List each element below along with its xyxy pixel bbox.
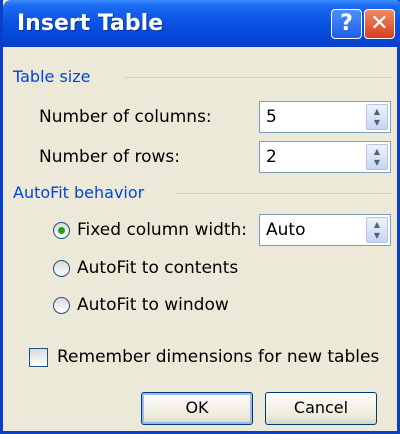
radio-selected-dot [58, 227, 65, 234]
insert-table-dialog: Insert Table ? ✕ Table size Number of co… [0, 0, 400, 434]
table-size-divider [125, 77, 391, 78]
autofit-group-label: AutoFit behavior [13, 183, 145, 202]
remember-checkbox[interactable] [29, 348, 48, 367]
autofit-contents-radio[interactable] [53, 260, 70, 277]
fixed-width-label[interactable]: Fixed column width: [77, 220, 247, 240]
remember-label[interactable]: Remember dimensions for new tables [57, 347, 379, 367]
columns-value: 5 [266, 107, 277, 127]
autofit-divider [175, 193, 391, 194]
rows-label: Number of rows: [39, 147, 180, 167]
rows-value: 2 [266, 147, 277, 167]
rows-spin-arrows-icon[interactable]: ▲ ▼ [366, 144, 388, 170]
columns-spinner[interactable]: 5 ▲ ▼ [259, 101, 391, 133]
cancel-button[interactable]: Cancel [265, 392, 377, 425]
autofit-window-label[interactable]: AutoFit to window [77, 295, 229, 315]
columns-label: Number of columns: [39, 107, 212, 127]
autofit-window-radio[interactable] [53, 297, 70, 314]
fixed-width-spin-arrows-icon[interactable]: ▲ ▼ [366, 217, 388, 243]
ok-button[interactable]: OK [141, 392, 253, 425]
columns-spin-arrows-icon[interactable]: ▲ ▼ [366, 104, 388, 130]
rows-spinner[interactable]: 2 ▲ ▼ [259, 141, 391, 173]
close-button[interactable]: ✕ [364, 9, 395, 39]
autofit-contents-label[interactable]: AutoFit to contents [77, 258, 238, 278]
title-bar[interactable]: Insert Table ? ✕ [3, 0, 400, 47]
fixed-width-value: Auto [266, 220, 306, 240]
dialog-title: Insert Table [17, 11, 164, 36]
fixed-width-radio[interactable] [53, 222, 70, 239]
table-size-group-label: Table size [13, 67, 91, 86]
help-button[interactable]: ? [331, 9, 362, 39]
fixed-width-spinner[interactable]: Auto ▲ ▼ [259, 214, 391, 246]
